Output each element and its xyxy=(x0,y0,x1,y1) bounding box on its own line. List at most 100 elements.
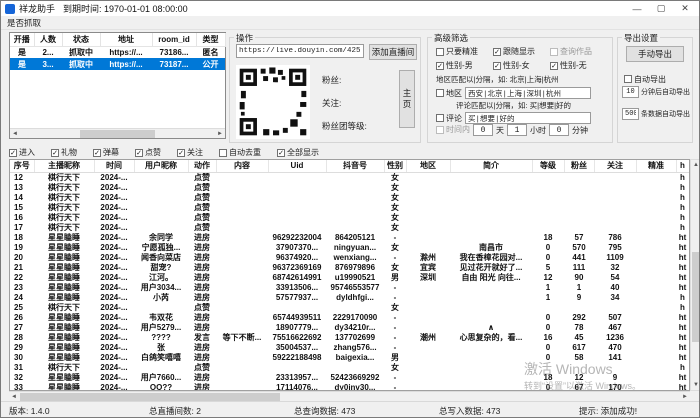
column-header[interactable]: 抖音号 xyxy=(326,160,384,172)
comment-input[interactable] xyxy=(465,112,591,124)
table-row[interactable]: 12棋行天下2024-...点赞女h xyxy=(10,172,689,183)
table-row[interactable]: 27星星瞌睡2024-...用户5279...进房18907779...dy34… xyxy=(10,323,689,333)
table-row[interactable]: 33星星瞌睡2024-...QQ??进房17114076...dy0inv30.… xyxy=(10,383,689,392)
column-header[interactable]: 状态 xyxy=(62,33,100,46)
table-row[interactable]: 15棋行天下2024-...点赞女h xyxy=(10,203,689,213)
scroll-left-icon[interactable]: ◄ xyxy=(10,129,20,139)
column-header[interactable]: 地址 xyxy=(100,33,152,46)
column-header[interactable]: 主播昵称 xyxy=(34,160,94,172)
scrollbar-thumb[interactable] xyxy=(80,130,155,138)
hours-input[interactable] xyxy=(507,124,527,136)
cell xyxy=(326,172,384,183)
cell xyxy=(216,263,268,273)
table-row[interactable]: 是3...抓取中https://...73187...公开 xyxy=(10,58,225,70)
checkbox-box-icon xyxy=(9,149,17,157)
table-vertical-scrollbar[interactable]: ▲ ▼ xyxy=(690,159,700,391)
table-row[interactable]: 17棋行天下2024-...点赞女h xyxy=(10,223,689,233)
days-input[interactable] xyxy=(473,124,493,136)
checkbox-进入[interactable]: 进入 xyxy=(9,147,35,158)
manual-export-button[interactable]: 手动导出 xyxy=(626,46,684,62)
checkbox-只要精准[interactable]: 只要精准 xyxy=(436,46,493,57)
column-header[interactable]: 序号 xyxy=(10,160,34,172)
checkbox-性别-无[interactable]: 性别-无 xyxy=(550,60,607,71)
column-header[interactable]: 动作 xyxy=(188,160,216,172)
checkbox-自动导出[interactable]: 自动导出 xyxy=(624,74,666,85)
scrollbar-thumb[interactable] xyxy=(692,252,699,342)
checkbox-关注[interactable]: 关注 xyxy=(177,147,203,158)
cell: 棋行天下 xyxy=(34,213,94,223)
table-row[interactable]: 25棋行天下2024-...点赞女h xyxy=(10,303,689,313)
close-icon[interactable]: ✕ xyxy=(673,1,697,16)
home-page-button[interactable]: 主 页 xyxy=(399,70,415,128)
table-row[interactable]: 20星星瞌睡2024-...闻香向菜店进房96374920...wenxiang… xyxy=(10,253,689,263)
column-header[interactable]: 性别 xyxy=(384,160,406,172)
checkbox-性别-女[interactable]: 性别-女 xyxy=(493,60,550,71)
cell: h xyxy=(676,303,689,313)
table-row[interactable]: 21星星瞌睡2024-...甜宠?进房96372369169876979896女… xyxy=(10,263,689,273)
table-row[interactable]: 24星星瞌睡2024-...小芮进房57577937...dyldhfgi...… xyxy=(10,293,689,303)
export-minutes-input[interactable] xyxy=(622,86,639,98)
cell xyxy=(564,172,594,183)
column-header[interactable]: 开播 xyxy=(10,33,34,46)
export-count-label: 条数据自动导出 xyxy=(641,109,690,119)
table-row[interactable]: 32星星瞌睡2024-...用户7660...进房23313957...5242… xyxy=(10,373,689,383)
tab-capture[interactable]: 是否抓取 xyxy=(7,17,41,29)
cell xyxy=(450,203,532,213)
checkbox-性别-男[interactable]: 性别-男 xyxy=(436,60,493,71)
checkbox-自动去重[interactable]: 自动去重 xyxy=(219,147,261,158)
minimize-icon[interactable]: — xyxy=(625,1,649,16)
column-header[interactable]: 地区 xyxy=(406,160,450,172)
checkbox-box-icon xyxy=(493,48,501,56)
column-header[interactable]: 粉丝 xyxy=(564,160,594,172)
checkbox-礼物[interactable]: 礼物 xyxy=(51,147,77,158)
column-header[interactable]: 等级 xyxy=(532,160,564,172)
table-row[interactable]: 22星星瞌睡2024-...江河。进房68742614991u19990521男… xyxy=(10,273,689,283)
column-header[interactable]: 类型 xyxy=(196,33,225,46)
column-header[interactable]: 人数 xyxy=(34,33,62,46)
scrollbar-thumb[interactable] xyxy=(20,393,280,401)
table-row[interactable]: 28星星瞌睡2024-...????发言等下不断...7551662269213… xyxy=(10,333,689,343)
minutes-input[interactable] xyxy=(549,124,569,136)
add-room-button[interactable]: 添加直播间 xyxy=(369,44,417,60)
scroll-up-icon[interactable]: ▲ xyxy=(691,160,700,170)
live-url-input[interactable] xyxy=(236,44,364,58)
cell: 58 xyxy=(564,353,594,363)
table-row[interactable]: 13棋行天下2024-...点赞女h xyxy=(10,183,689,193)
checkbox-点赞[interactable]: 点赞 xyxy=(135,147,161,158)
column-header[interactable]: Uid xyxy=(268,160,326,172)
table-row[interactable]: 29星星瞌睡2024-...张进房35004537...zhang576...-… xyxy=(10,343,689,353)
table-row[interactable]: 31棋行天下2024-...点赞女h xyxy=(10,363,689,373)
table-row[interactable]: 是2...抓取中https://...73186...匿名 xyxy=(10,46,225,58)
column-header[interactable]: 内容 xyxy=(216,160,268,172)
table-row[interactable]: 14棋行天下2024-...点赞女h xyxy=(10,193,689,203)
column-header[interactable]: h xyxy=(676,160,689,172)
table-row[interactable]: 16棋行天下2024-...点赞女h xyxy=(10,213,689,223)
table-row[interactable]: 18星星瞌睡2024-...余同学进房96292232004864205121-… xyxy=(10,233,689,243)
scroll-down-icon[interactable]: ▼ xyxy=(691,380,700,390)
column-header[interactable]: 用户昵称 xyxy=(134,160,188,172)
column-header[interactable]: room_id xyxy=(152,33,196,46)
maximize-icon[interactable]: ▢ xyxy=(649,1,673,16)
region-input[interactable] xyxy=(465,87,591,99)
scroll-right-icon[interactable]: ► xyxy=(215,129,225,139)
table-row[interactable]: 23星星瞌睡2024-...用户3034...进房33913506...9574… xyxy=(10,283,689,293)
checkbox-评论[interactable]: 评论 xyxy=(436,113,462,124)
cell: 棋行天下 xyxy=(34,303,94,313)
table-horizontal-scrollbar[interactable]: ◄ ► xyxy=(9,391,690,401)
column-header[interactable]: 精准 xyxy=(636,160,676,172)
column-header[interactable]: 简介 xyxy=(450,160,532,172)
capture-table-panel: 序号主播昵称时间用户昵称动作内容Uid抖音号性别地区简介等级粉丝关注精准h12棋… xyxy=(9,159,690,391)
cell: 星星瞌睡 xyxy=(34,273,94,283)
rooms-horizontal-scrollbar[interactable]: ◄ ► xyxy=(10,128,225,138)
fans-label: 粉丝: xyxy=(322,74,367,86)
checkbox-地区[interactable]: 地区 xyxy=(436,88,462,99)
table-row[interactable]: 26星星瞌睡2024-...韦双花进房657449395112229170090… xyxy=(10,313,689,323)
table-row[interactable]: 30星星瞌睡2024-...白鸽笑嘻嘻进房59222188498baigexia… xyxy=(10,353,689,363)
column-header[interactable]: 时间 xyxy=(94,160,134,172)
checkbox-跟随显示[interactable]: 跟随显示 xyxy=(493,46,550,57)
checkbox-全部显示[interactable]: 全部显示 xyxy=(277,147,319,158)
column-header[interactable]: 关注 xyxy=(594,160,636,172)
table-row[interactable]: 19星星瞌睡2024-...宁愿孤独...进房37907370...ningyu… xyxy=(10,243,689,253)
export-count-input[interactable] xyxy=(622,108,639,120)
checkbox-弹幕[interactable]: 弹幕 xyxy=(93,147,119,158)
